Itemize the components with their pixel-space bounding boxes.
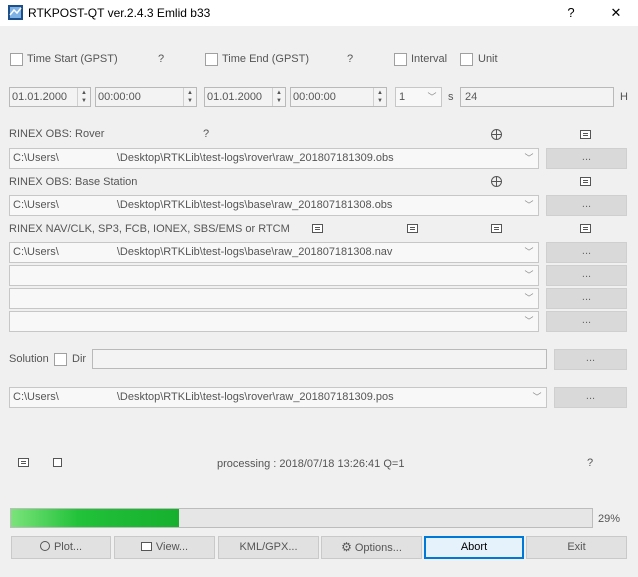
- gear-icon: ⚙: [341, 540, 352, 554]
- interval-select[interactable]: 1 ﹀: [395, 87, 442, 107]
- view-output-icon[interactable]: [18, 458, 29, 467]
- nav-file-combo[interactable]: C:\Users\ \Desktop\RTKLib\test-logs\base\…: [9, 242, 539, 263]
- interval-value: 1: [399, 91, 406, 103]
- chevron-down-icon[interactable]: ﹀: [520, 266, 538, 285]
- end-time-input[interactable]: 00:00:00 ▲ ▼: [290, 87, 387, 107]
- rover-label: RINEX OBS: Rover: [9, 128, 105, 140]
- exit-button[interactable]: Exit: [526, 536, 627, 559]
- nav-file-combo-3[interactable]: ﹀: [9, 288, 539, 309]
- chevron-down-icon[interactable]: ﹀: [520, 149, 538, 168]
- spin-arrows-icon[interactable]: ▲ ▼: [183, 88, 196, 106]
- base-file-combo[interactable]: C:\Users\ \Desktop\RTKLib\test-logs\base\…: [9, 195, 539, 216]
- view-icon: [140, 542, 152, 551]
- start-time-value: 00:00:00: [98, 91, 141, 103]
- end-time-value: 00:00:00: [293, 91, 336, 103]
- chevron-down-icon[interactable]: ﹀: [520, 196, 538, 215]
- nav-label: RINEX NAV/CLK, SP3, FCB, IONEX, SBS/EMS …: [9, 223, 290, 235]
- plot-icon: [39, 541, 50, 551]
- nav-browse-button-4[interactable]: ...: [546, 311, 627, 332]
- start-time-input[interactable]: 00:00:00 ▲ ▼: [95, 87, 197, 107]
- view-file-icon[interactable]: [312, 224, 323, 233]
- view-file-icon[interactable]: [580, 177, 591, 186]
- status-help[interactable]: ?: [587, 457, 593, 469]
- time-end-help[interactable]: ?: [347, 53, 353, 65]
- nav-browse-button-3[interactable]: ...: [546, 288, 627, 309]
- solution-file-browse-button[interactable]: ...: [554, 387, 627, 408]
- spin-arrows-icon[interactable]: ▲ ▼: [272, 88, 285, 106]
- unit-label: Unit: [478, 53, 498, 65]
- base-label: RINEX OBS: Base Station: [9, 176, 138, 188]
- close-button[interactable]: ✕: [601, 2, 631, 24]
- chevron-down-icon[interactable]: ﹀: [520, 312, 538, 331]
- view-file-icon[interactable]: [407, 224, 418, 233]
- view-label: View...: [155, 541, 189, 553]
- crosshair-icon[interactable]: [491, 129, 502, 140]
- spin-arrows-icon[interactable]: ▲ ▼: [77, 88, 90, 106]
- unit-checkbox[interactable]: [460, 53, 473, 66]
- chevron-down-icon[interactable]: ﹀: [528, 388, 546, 407]
- window-title: RTKPOST-QT ver.2.4.3 Emlid b33: [28, 6, 211, 20]
- nav-path: C:\Users\ \Desktop\RTKLib\test-logs\base\…: [13, 246, 393, 258]
- solution-dir-input[interactable]: [92, 349, 547, 369]
- exit-label: Exit: [567, 541, 586, 553]
- options-label: Options...: [354, 542, 402, 554]
- view-file-icon[interactable]: [580, 130, 591, 139]
- rover-file-combo[interactable]: C:\Users\ \Desktop\RTKLib\test-logs\rover…: [9, 148, 539, 169]
- solution-file-combo[interactable]: C:\Users\ \Desktop\RTKLib\test-logs\rover…: [9, 387, 547, 408]
- app-icon: [8, 5, 23, 20]
- view-file-icon[interactable]: [491, 224, 502, 233]
- rover-help[interactable]: ?: [203, 128, 209, 140]
- abort-button[interactable]: Abort: [424, 536, 524, 559]
- progress-label: 29%: [598, 513, 621, 525]
- nav-browse-button-2[interactable]: ...: [546, 265, 627, 286]
- start-date-value: 01.01.2000: [12, 91, 68, 103]
- options-button[interactable]: ⚙ Options...: [321, 536, 422, 559]
- progress-fill: [11, 509, 180, 527]
- nav-browse-button-1[interactable]: ...: [546, 242, 627, 263]
- base-path: C:\Users\ \Desktop\RTKLib\test-logs\base\…: [13, 199, 393, 211]
- time-start-help[interactable]: ?: [158, 53, 164, 65]
- dir-checkbox[interactable]: [54, 353, 67, 366]
- view-button[interactable]: View...: [114, 536, 215, 559]
- rover-browse-button[interactable]: ...: [546, 148, 627, 169]
- kml-button[interactable]: KML/GPX...: [218, 536, 319, 559]
- chevron-down-icon[interactable]: ﹀: [423, 88, 441, 107]
- spin-arrows-icon[interactable]: ▲ ▼: [373, 88, 386, 106]
- interval-unit: s: [448, 91, 454, 103]
- time-end-checkbox[interactable]: [205, 53, 218, 66]
- stop-square-icon[interactable]: [53, 458, 62, 467]
- start-date-input[interactable]: 01.01.2000 ▲ ▼: [9, 87, 91, 107]
- interval-checkbox[interactable]: [394, 53, 407, 66]
- plot-button[interactable]: Plot...: [11, 536, 111, 559]
- nav-file-combo-4[interactable]: ﹀: [9, 311, 539, 332]
- nav-file-combo-2[interactable]: ﹀: [9, 265, 539, 286]
- unit-suffix: H: [620, 91, 628, 103]
- abort-label: Abort: [460, 541, 488, 553]
- solution-label: Solution: [9, 353, 49, 365]
- chevron-down-icon[interactable]: ﹀: [520, 289, 538, 308]
- time-end-label: Time End (GPST): [222, 53, 309, 65]
- interval-label: Interval: [411, 53, 448, 65]
- time-start-label: Time Start (GPST): [27, 53, 118, 65]
- rover-path: C:\Users\ \Desktop\RTKLib\test-logs\rover…: [13, 152, 394, 164]
- time-start-checkbox[interactable]: [10, 53, 23, 66]
- kml-label: KML/GPX...: [239, 541, 298, 553]
- base-browse-button[interactable]: ...: [546, 195, 627, 216]
- view-file-icon[interactable]: [580, 224, 591, 233]
- progress-bar: [10, 508, 593, 528]
- end-date-value: 01.01.2000: [207, 91, 263, 103]
- plot-label: Plot...: [53, 541, 83, 553]
- status-message: processing : 2018/07/18 13:26:41 Q=1: [217, 458, 405, 470]
- crosshair-icon[interactable]: [491, 176, 502, 187]
- end-date-input[interactable]: 01.01.2000 ▲ ▼: [204, 87, 286, 107]
- chevron-down-icon[interactable]: ﹀: [520, 243, 538, 262]
- unit-value: 24: [465, 91, 478, 103]
- solution-dir-browse-button[interactable]: ...: [554, 349, 627, 370]
- dir-label: Dir: [72, 353, 87, 365]
- help-button[interactable]: ?: [556, 2, 586, 24]
- unit-input[interactable]: 24: [460, 87, 614, 107]
- solution-path: C:\Users\ \Desktop\RTKLib\test-logs\rover…: [13, 391, 394, 403]
